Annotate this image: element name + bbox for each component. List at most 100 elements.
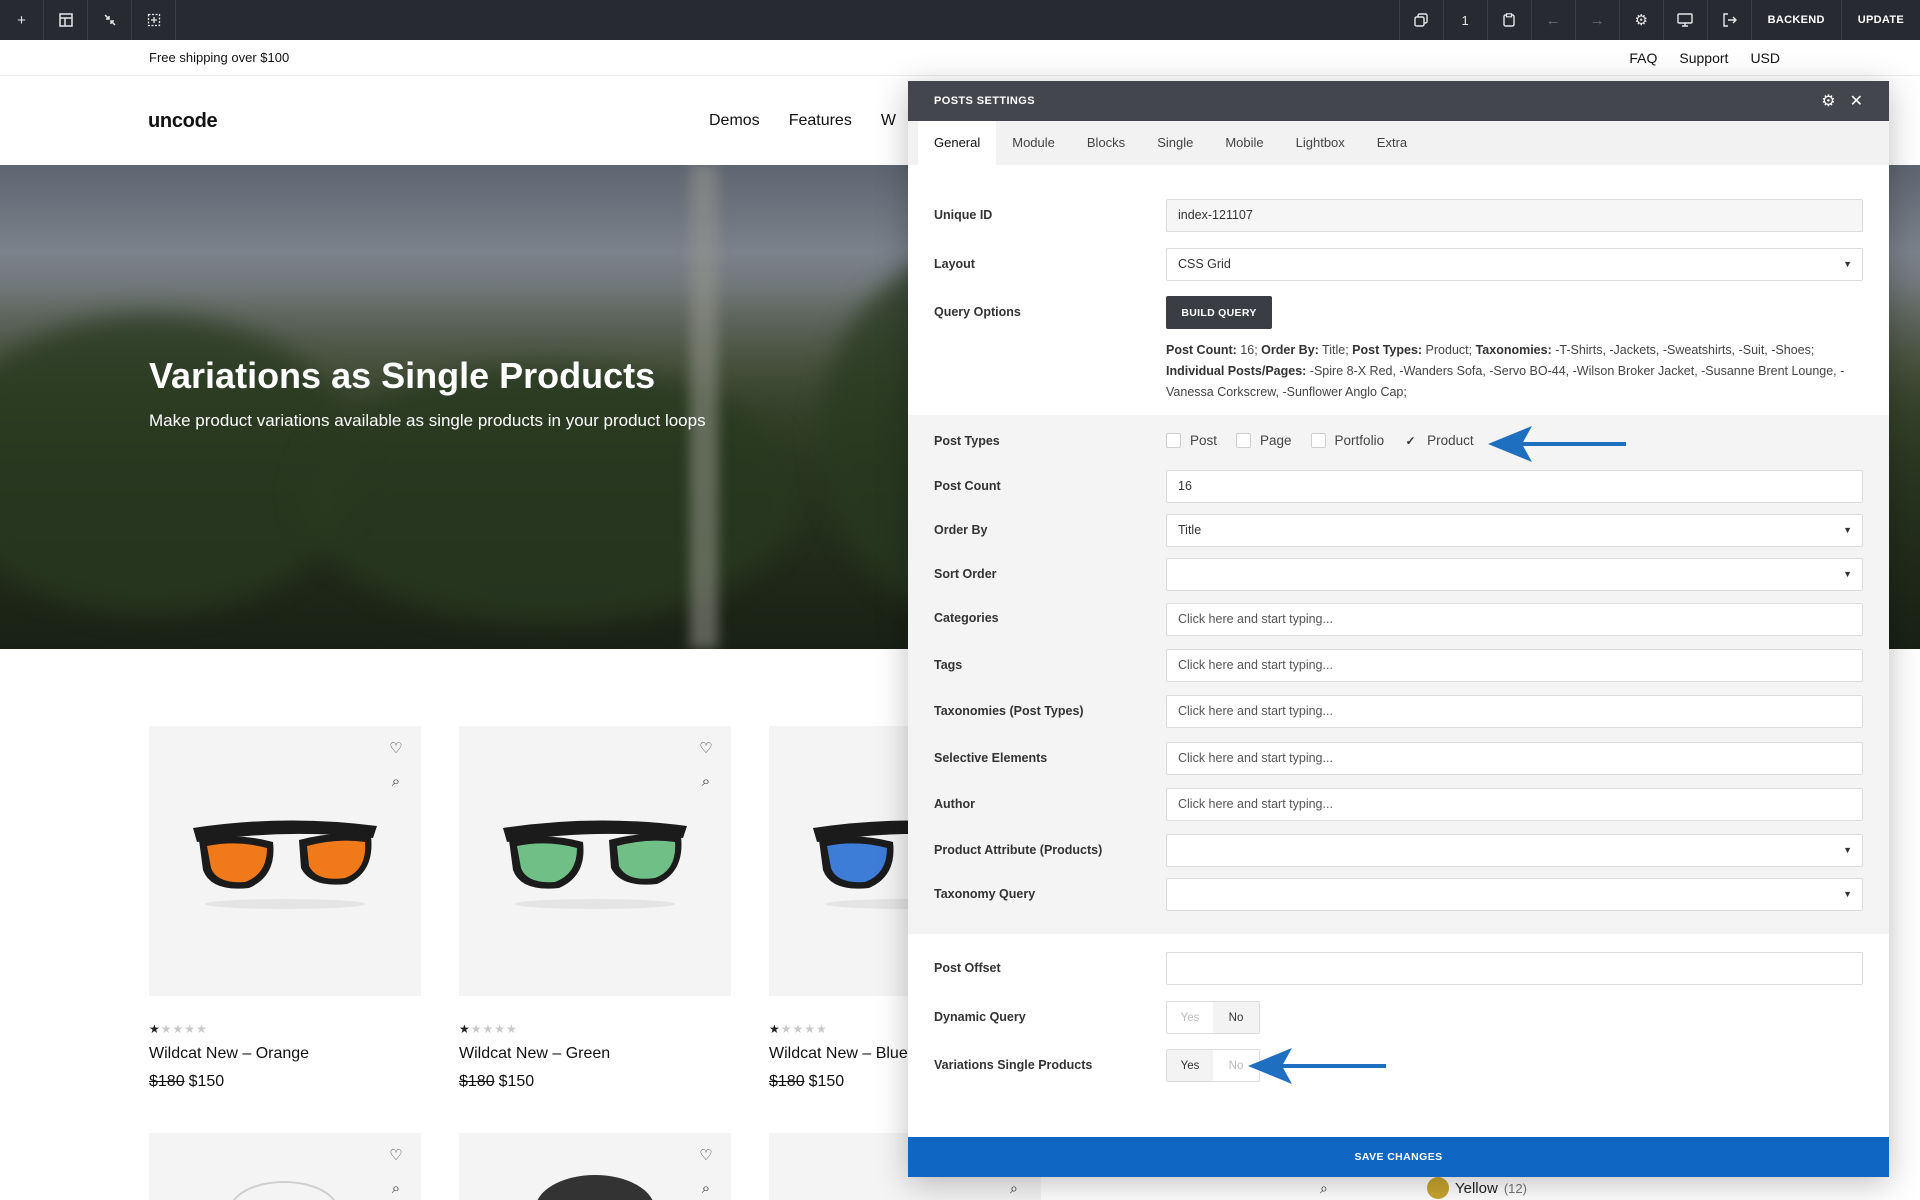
post-count-input[interactable]: 16 <box>1166 470 1863 503</box>
product-image[interactable]: ♡ ⌕ <box>149 1133 421 1200</box>
product-attribute-select[interactable]: ▼ <box>1166 834 1863 867</box>
tab-module[interactable]: Module <box>996 121 1071 165</box>
product-image[interactable]: ♡ ⌕ <box>459 726 731 996</box>
toggle-yes[interactable]: Yes <box>1167 1050 1213 1081</box>
exit-icon[interactable] <box>1706 0 1751 40</box>
checkbox-product[interactable]: ✓ <box>1403 433 1418 448</box>
faq-link[interactable]: FAQ <box>1629 50 1657 66</box>
product-thumbnail <box>229 1181 339 1200</box>
tab-general[interactable]: General <box>918 121 997 165</box>
collapse-icon[interactable] <box>88 0 132 40</box>
author-label: Author <box>934 797 975 811</box>
wishlist-heart-icon[interactable]: ♡ <box>697 740 715 758</box>
product-name[interactable]: Wildcat New – Orange <box>149 1045 421 1063</box>
dynamic-query-toggle[interactable]: Yes No <box>1166 1001 1260 1034</box>
summary-key: Taxonomies: <box>1475 343 1552 357</box>
wishlist-heart-icon[interactable]: ♡ <box>387 1147 405 1165</box>
nav-item-partial[interactable]: W <box>881 112 896 130</box>
tags-input[interactable]: Click here and start typing... <box>1166 649 1863 682</box>
post-count-label: Post Count <box>934 479 1001 493</box>
checkbox-label: Post <box>1190 433 1218 448</box>
page-counter[interactable]: 1 <box>1442 0 1487 40</box>
product-price: $180 $150 <box>459 1073 731 1091</box>
categories-input[interactable]: Click here and start typing... <box>1166 603 1863 636</box>
update-button[interactable]: UPDATE <box>1840 0 1920 40</box>
checkbox-post[interactable] <box>1166 433 1181 448</box>
zoom-icon[interactable]: ⌕ <box>1320 1180 1328 1197</box>
gear-icon[interactable]: ⚙ <box>1821 91 1835 111</box>
variations-single-label: Variations Single Products <box>934 1058 1093 1072</box>
order-by-label: Order By <box>934 523 988 537</box>
checkbox-page[interactable] <box>1236 433 1252 448</box>
chevron-down-icon: ▼ <box>1843 259 1852 269</box>
order-by-value: Title <box>1178 523 1202 537</box>
zoom-icon[interactable]: ⌕ <box>387 773 405 791</box>
swatch-count: (12) <box>1503 1180 1527 1196</box>
color-swatch-yellow[interactable]: Yellow (12) <box>1427 1177 1527 1199</box>
selective-elements-input[interactable]: Click here and start typing... <box>1166 742 1863 775</box>
site-topbar: Free shipping over $100 FAQ Support USD <box>0 40 1920 76</box>
layout-grid-icon[interactable] <box>44 0 88 40</box>
nav-demos[interactable]: Demos <box>709 112 760 130</box>
toggle-yes[interactable]: Yes <box>1167 1002 1213 1033</box>
layout-select[interactable]: CSS Grid ▼ <box>1166 248 1863 281</box>
product-card[interactable]: ♡ ⌕ ★★★★★ Wildcat New – Orange $180 $150 <box>149 726 421 1091</box>
modal-tabs: General Module Blocks Single Mobile Ligh… <box>908 121 1889 165</box>
nav-features[interactable]: Features <box>789 112 852 130</box>
summary-key: Individual Posts/Pages: <box>1166 364 1307 378</box>
checkbox-label: Page <box>1260 433 1292 448</box>
chevron-down-icon: ▼ <box>1843 889 1852 899</box>
zoom-icon[interactable]: ⌕ <box>697 1180 715 1198</box>
sunglasses-image <box>503 820 687 909</box>
taxonomy-query-select[interactable]: ▼ <box>1166 878 1863 911</box>
backend-button[interactable]: BACKEND <box>1750 0 1841 40</box>
add-element-icon[interactable]: + <box>0 0 44 40</box>
order-by-select[interactable]: Title ▼ <box>1166 514 1863 547</box>
toggle-no[interactable]: No <box>1213 1002 1259 1033</box>
tab-lightbox[interactable]: Lightbox <box>1280 121 1361 165</box>
gear-icon[interactable]: ⚙ <box>1618 0 1663 40</box>
sort-order-select[interactable]: ▼ <box>1166 558 1863 591</box>
tab-blocks[interactable]: Blocks <box>1071 121 1141 165</box>
wishlist-heart-icon[interactable]: ♡ <box>697 1147 715 1165</box>
checkbox-portfolio[interactable] <box>1310 433 1326 448</box>
product-image[interactable]: ♡ ⌕ <box>149 726 421 996</box>
select-area-icon[interactable] <box>132 0 176 40</box>
zoom-icon[interactable]: ⌕ <box>1010 1180 1018 1197</box>
tab-extra[interactable]: Extra <box>1361 121 1423 165</box>
variations-single-toggle[interactable]: Yes No <box>1166 1049 1260 1082</box>
zoom-icon[interactable]: ⌕ <box>697 773 715 791</box>
copy-icon[interactable] <box>1398 0 1443 40</box>
product-card[interactable]: ♡ ⌕ <box>459 1133 731 1200</box>
main-nav: Demos Features W <box>709 112 896 130</box>
product-card[interactable]: ♡ ⌕ ★★★★★ Wildcat New – Green $180 $150 <box>459 726 731 1091</box>
tab-mobile[interactable]: Mobile <box>1209 121 1279 165</box>
unique-id-field[interactable]: index-121107 <box>1166 199 1863 232</box>
swatch-label: Yellow <box>1455 1179 1498 1197</box>
tab-single[interactable]: Single <box>1141 121 1209 165</box>
save-changes-button[interactable]: SAVE CHANGES <box>908 1137 1889 1177</box>
desktop-preview-icon[interactable] <box>1662 0 1707 40</box>
redo-icon[interactable]: → <box>1574 0 1619 40</box>
taxonomies-input[interactable]: Click here and start typing... <box>1166 695 1863 728</box>
post-offset-input[interactable] <box>1166 952 1863 985</box>
support-link[interactable]: Support <box>1679 50 1728 66</box>
hero-pole <box>690 165 718 649</box>
hero-title: Variations as Single Products <box>149 355 656 396</box>
product-card[interactable]: ♡ ⌕ <box>149 1133 421 1200</box>
undo-icon[interactable]: ← <box>1530 0 1575 40</box>
logo[interactable]: uncode <box>148 110 218 133</box>
currency-selector[interactable]: USD <box>1750 50 1780 66</box>
query-summary: Post Count: 16; Order By: Title; Post Ty… <box>1166 340 1866 403</box>
zoom-icon[interactable]: ⌕ <box>387 1180 405 1198</box>
close-icon[interactable]: ✕ <box>1850 91 1863 111</box>
clipboard-icon[interactable] <box>1486 0 1531 40</box>
wishlist-heart-icon[interactable]: ♡ <box>387 740 405 758</box>
build-query-button[interactable]: BUILD QUERY <box>1166 296 1272 329</box>
product-name[interactable]: Wildcat New – Green <box>459 1045 731 1063</box>
author-input[interactable]: Click here and start typing... <box>1166 788 1863 821</box>
layout-label: Layout <box>934 257 975 271</box>
product-image[interactable]: ♡ ⌕ <box>459 1133 731 1200</box>
summary-value: -T-Shirts, -Jackets, -Sweatshirts, -Suit… <box>1551 343 1815 357</box>
post-types-checkboxes: Post Page Portfolio ✓ Product <box>1166 433 1485 448</box>
